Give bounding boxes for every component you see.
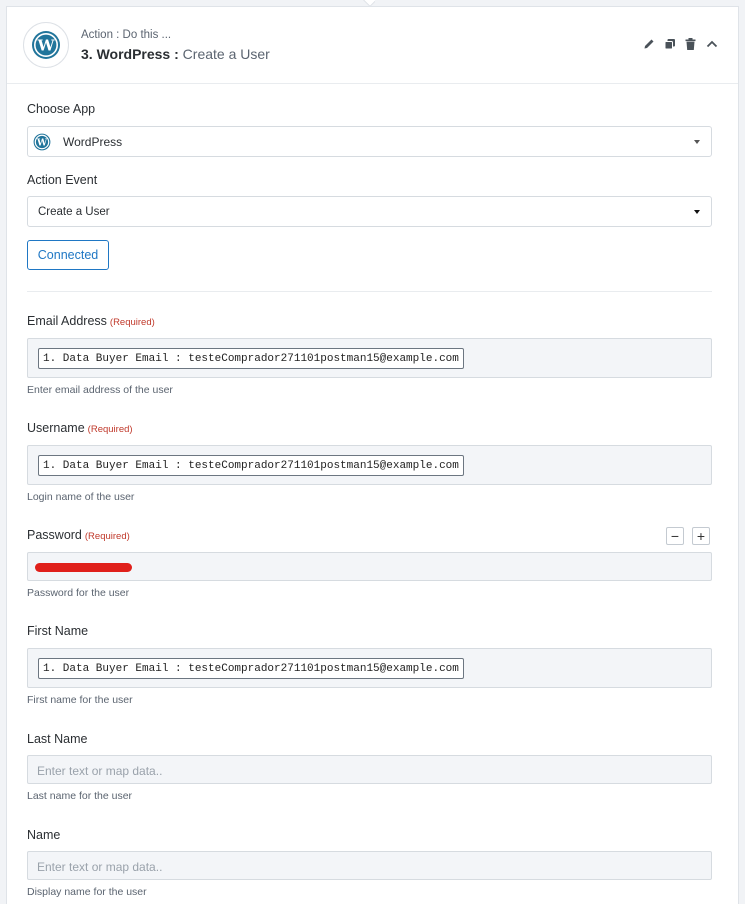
mapped-data-chip[interactable]: 1. Data Buyer Email : testeComprador2711…	[38, 658, 464, 679]
required-marker: (Required)	[84, 531, 130, 542]
first-name-label: First Name	[27, 624, 89, 638]
choose-app-label: Choose App	[27, 102, 96, 116]
chevron-down-icon	[694, 140, 700, 144]
first-name-field[interactable]: 1. Data Buyer Email : testeComprador2711…	[27, 648, 712, 688]
last-name-field[interactable]: Enter text or map data..	[27, 755, 712, 784]
choose-app-value: WordPress	[63, 135, 123, 149]
password-field[interactable]	[27, 552, 712, 581]
email-address-label: Email Address (Required)	[27, 314, 155, 328]
step-subtitle: Action : Do this ...	[81, 29, 172, 41]
chevron-down-icon	[694, 210, 700, 214]
step-event-title: Create a User	[182, 46, 270, 62]
password-help: Password for the user	[27, 587, 130, 599]
name-placeholder: Enter text or map data..	[37, 860, 163, 874]
svg-text:W: W	[36, 138, 48, 148]
chevron-up-icon[interactable]	[705, 37, 718, 50]
username-help: Login name of the user	[27, 491, 135, 503]
minus-button[interactable]: −	[666, 527, 684, 545]
header-actions	[642, 37, 718, 50]
wordpress-logo-icon: W	[23, 22, 69, 68]
mapped-data-chip[interactable]: 1. Data Buyer Email : testeComprador2711…	[38, 348, 464, 369]
last-name-placeholder: Enter text or map data..	[37, 764, 163, 778]
plus-button[interactable]: +	[692, 527, 710, 545]
step-header[interactable]: W Action : Do this ... 3. WordPress : Cr…	[7, 7, 738, 84]
email-address-field[interactable]: 1. Data Buyer Email : testeComprador2711…	[27, 338, 712, 378]
mapped-data-chip[interactable]: 1. Data Buyer Email : testeComprador2711…	[38, 455, 464, 476]
pencil-icon[interactable]	[642, 37, 655, 50]
email-address-help: Enter email address of the user	[27, 384, 173, 396]
name-help: Display name for the user	[27, 886, 147, 898]
action-step-card: W Action : Do this ... 3. WordPress : Cr…	[6, 6, 739, 904]
action-event-value: Create a User	[38, 206, 110, 218]
section-divider	[27, 291, 712, 292]
redaction-mark	[35, 563, 132, 572]
password-label: Password (Required)	[27, 528, 130, 542]
first-name-help: First name for the user	[27, 694, 133, 706]
action-event-select[interactable]: Create a User	[27, 196, 712, 227]
username-field[interactable]: 1. Data Buyer Email : testeComprador2711…	[27, 445, 712, 485]
password-label-text: Password	[27, 528, 82, 542]
required-marker: (Required)	[109, 317, 155, 328]
last-name-label: Last Name	[27, 732, 88, 746]
name-field[interactable]: Enter text or map data..	[27, 851, 712, 880]
last-name-help: Last name for the user	[27, 790, 133, 802]
wordpress-small-icon: W	[33, 133, 51, 154]
svg-text:W: W	[37, 37, 56, 55]
trash-icon[interactable]	[684, 37, 697, 50]
step-app-title: 3. WordPress :	[81, 46, 179, 62]
step-title: 3. WordPress : Create a User	[81, 46, 270, 62]
username-label: Username (Required)	[27, 421, 133, 435]
name-label: Name	[27, 828, 61, 842]
required-marker: (Required)	[87, 424, 133, 435]
username-label-text: Username	[27, 421, 85, 435]
copy-icon[interactable]	[663, 37, 676, 50]
choose-app-select[interactable]: W WordPress	[27, 126, 712, 157]
action-event-label: Action Event	[27, 173, 98, 187]
connected-button[interactable]: Connected	[27, 240, 109, 270]
email-address-label-text: Email Address	[27, 314, 107, 328]
